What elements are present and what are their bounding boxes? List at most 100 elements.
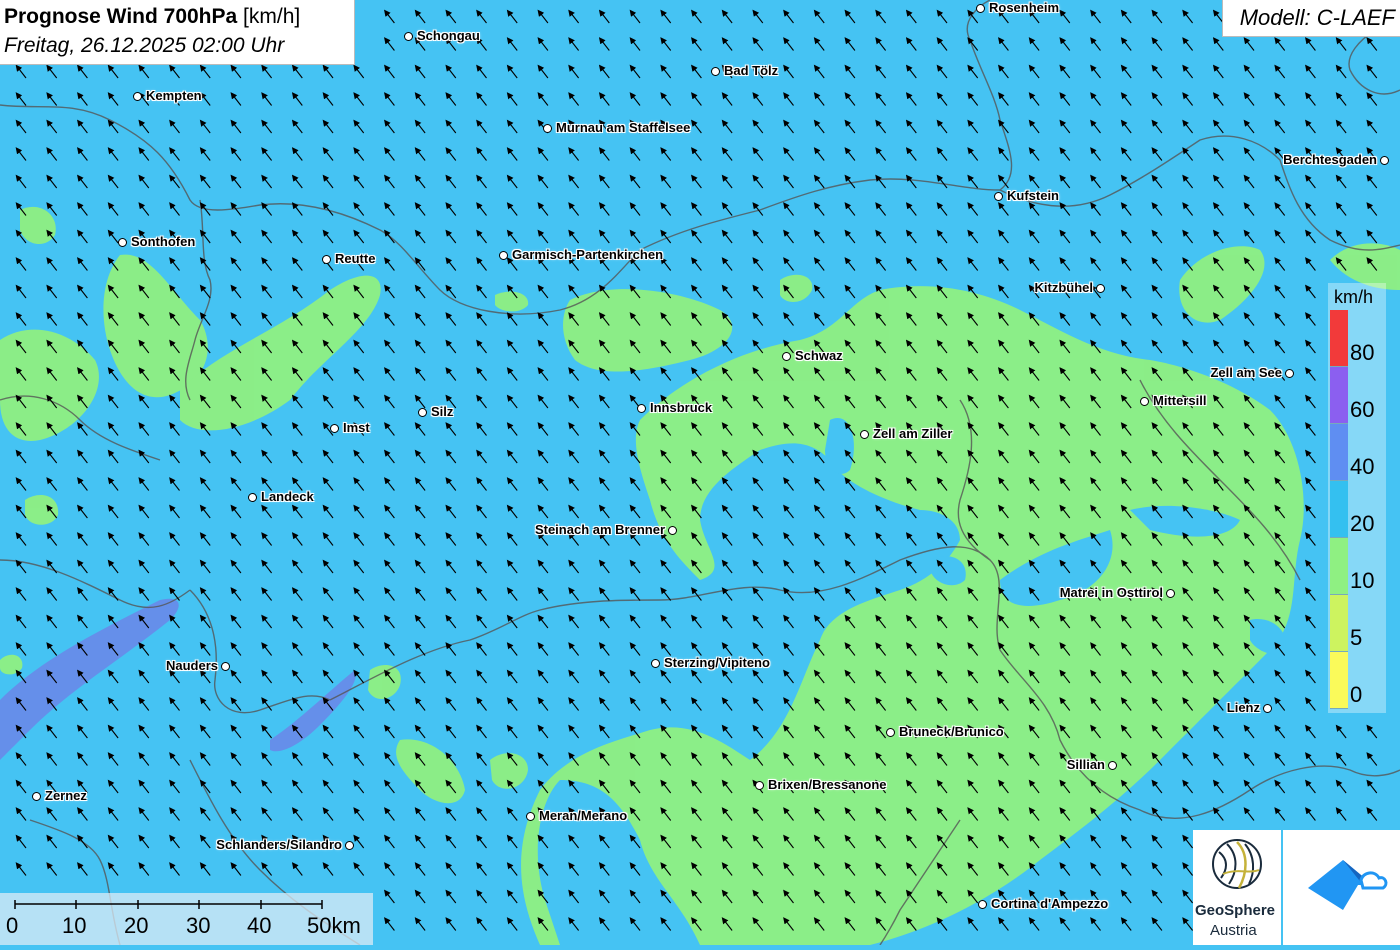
place-dot-icon	[1263, 704, 1272, 713]
scale-label: 0	[6, 913, 19, 938]
place-label: Murnau am Staffelsee	[556, 120, 691, 135]
legend-swatch	[1330, 310, 1348, 367]
place-dot-icon	[1108, 761, 1117, 770]
legend-swatch	[1330, 481, 1348, 538]
place-dot-icon	[860, 430, 869, 439]
color-legend: km/h 80 60 40 20 10 5 0	[1328, 283, 1386, 713]
place-dot-icon	[978, 900, 987, 909]
place-dot-icon	[1166, 589, 1175, 598]
place-label: Zell am Ziller	[873, 426, 953, 441]
place-dot-icon	[1285, 369, 1294, 378]
geosphere-name: GeoSphere	[1195, 902, 1276, 919]
place-dot-icon	[322, 255, 331, 264]
place-label: Schwaz	[795, 348, 843, 363]
scale-label: 50km	[307, 913, 361, 938]
place-dot-icon	[637, 404, 646, 413]
place-label: Kufstein	[1007, 188, 1059, 203]
place-label: Brixen/Bressanone	[768, 777, 887, 792]
place-dot-icon	[418, 408, 427, 417]
place-dot-icon	[1096, 284, 1105, 293]
place-dot-icon	[976, 4, 985, 13]
place-dot-icon	[404, 32, 413, 41]
legend-swatch	[1330, 595, 1348, 652]
legend-level-label: 20	[1350, 511, 1375, 536]
legend-level-label: 80	[1350, 340, 1375, 365]
place-dot-icon	[782, 352, 791, 361]
place-label: Steinach am Brenner	[534, 522, 665, 537]
model-label: Modell: C-LAEF	[1239, 5, 1395, 30]
place-label: Landeck	[261, 489, 314, 504]
legend-swatch	[1330, 652, 1348, 709]
place-label: Zell am See	[1210, 365, 1282, 380]
geosphere-logo: GeoSphere Austria	[1193, 830, 1281, 945]
geosphere-emblem-icon	[1212, 839, 1262, 889]
scale-bar: 0 10 20 30 40 50km	[0, 893, 373, 945]
place-dot-icon	[330, 424, 339, 433]
place-label: Imst	[343, 420, 370, 435]
app-logo	[1283, 830, 1400, 945]
place-label: Schongau	[417, 28, 480, 43]
place-dot-icon	[651, 659, 660, 668]
scale-label: 30	[186, 913, 211, 938]
place-dot-icon	[118, 238, 127, 247]
place-dot-icon	[886, 728, 895, 737]
legend-level-label: 0	[1350, 682, 1363, 707]
place-label: Mittersill	[1153, 393, 1207, 408]
legend-level-label: 5	[1350, 625, 1363, 650]
place-label: Schlanders/Silandro	[216, 837, 342, 852]
place-label: Sillian	[1066, 757, 1105, 772]
wind-map[interactable]	[0, 0, 1400, 945]
legend-color-bar	[1330, 310, 1348, 709]
place-label: Kempten	[146, 88, 202, 103]
place-label: Silz	[431, 404, 454, 419]
legend-unit: km/h	[1334, 287, 1374, 307]
legend-level-label: 10	[1350, 568, 1375, 593]
place-label: Berchtesgaden	[1283, 152, 1377, 167]
place-label: Reutte	[335, 251, 376, 266]
place-dot-icon	[526, 812, 535, 821]
forecast-datetime: Freitag, 26.12.2025 02:00 Uhr	[4, 34, 285, 57]
legend-swatch	[1330, 367, 1348, 424]
place-dot-icon	[543, 124, 552, 133]
scale-label: 20	[124, 913, 149, 938]
place-dot-icon	[221, 662, 230, 671]
place-label: Innsbruck	[650, 400, 713, 415]
place-label: Rosenheim	[989, 0, 1060, 15]
place-dot-icon	[755, 781, 764, 790]
scale-label: 40	[247, 913, 272, 938]
place-label: Garmisch-Partenkirchen	[512, 247, 664, 262]
place-dot-icon	[1380, 156, 1389, 165]
scale-label: 10	[62, 913, 87, 938]
place-label: Cortina d'Ampezzo	[991, 896, 1109, 911]
title-main: Prognose Wind 700hPa	[4, 5, 238, 28]
model-box: Modell: C-LAEF	[1222, 0, 1400, 37]
place-dot-icon	[133, 92, 142, 101]
place-dot-icon	[994, 192, 1003, 201]
place-label: Kitzbühel	[1034, 280, 1094, 295]
place-label: Meran/Merano	[539, 808, 628, 823]
place-label: Matrei in Osttirol	[1059, 585, 1163, 600]
place-dot-icon	[1140, 397, 1149, 406]
place-label: Zernez	[45, 788, 87, 803]
legend-level-label: 60	[1350, 397, 1375, 422]
place-dot-icon	[345, 841, 354, 850]
weather-app-icon	[1308, 860, 1388, 910]
map-title-box: Prognose Wind 700hPa [km/h] Freitag, 26.…	[0, 0, 355, 65]
place-label: Lienz	[1226, 700, 1260, 715]
place-label: Bad Tölz	[724, 63, 779, 78]
place-label: Bruneck/Brunico	[899, 724, 1004, 739]
legend-swatch	[1330, 424, 1348, 481]
place-dot-icon	[668, 526, 677, 535]
place-label: Sonthofen	[131, 234, 196, 249]
place-dot-icon	[499, 251, 508, 260]
place-label: Nauders	[165, 658, 218, 673]
place-dot-icon	[32, 792, 41, 801]
place-dot-icon	[711, 67, 720, 76]
geosphere-sub: Austria	[1210, 922, 1257, 939]
legend-swatch	[1330, 538, 1348, 595]
map-title: Prognose Wind 700hPa [km/h]	[4, 5, 300, 29]
place-label: Sterzing/Vipiteno	[664, 655, 770, 670]
legend-level-label: 40	[1350, 454, 1375, 479]
place-dot-icon	[248, 493, 257, 502]
title-unit: [km/h]	[243, 5, 301, 28]
